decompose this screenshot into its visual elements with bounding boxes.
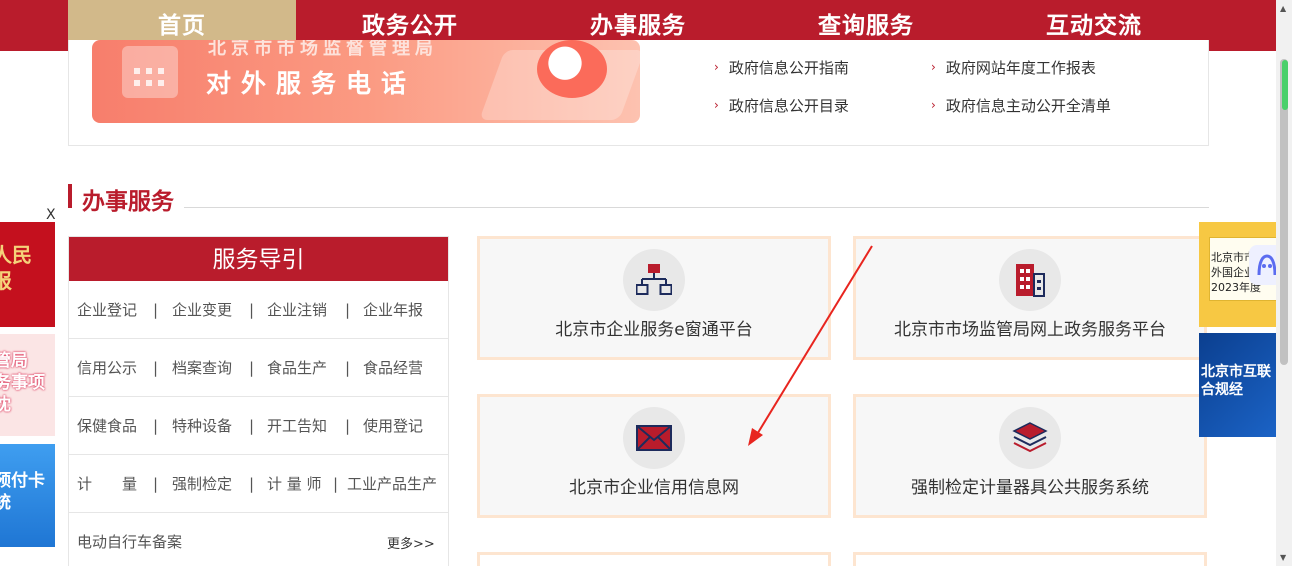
scroll-indicator: [1282, 60, 1288, 110]
info-link-label: 政府信息公开目录: [728, 97, 849, 115]
page: 首页 政务公开 办事服务 查询服务 互动交流 北京市市场监督管理局 对外服务电话…: [0, 0, 1292, 566]
ad-text: 北京市互联 合规经: [1201, 364, 1271, 398]
card-label: 强制检定计量器具公共服务系统: [911, 478, 1149, 498]
separator: |: [249, 417, 255, 435]
guide-item[interactable]: 计 量 师: [267, 455, 322, 513]
card-label: 北京市市场监管局网上政务服务平台: [894, 320, 1166, 340]
card-credit-info-network[interactable]: 北京市企业信用信息网: [477, 394, 831, 518]
card-metrology-system[interactable]: 强制检定计量器具公共服务系统: [853, 394, 1207, 518]
guide-row: 信用公示 | 档案查询 | 食品生产 | 食品经营: [69, 339, 448, 397]
guide-row: 计 量 | 强制检定 | 计 量 师 | 工业产品生产: [69, 455, 448, 513]
guide-row: 企业登记 | 企业变更 | 企业注销 | 企业年报: [69, 281, 448, 339]
guide-item[interactable]: 特种设备: [172, 397, 232, 455]
phone-bubble-icon: [537, 40, 607, 98]
guide-row: 电动自行车备案 更多>>: [69, 513, 448, 566]
banner-subtitle: 北京市市场监督管理局: [208, 40, 438, 59]
envelope-icon: [623, 407, 685, 469]
card-label: 北京市企业服务e窗通平台: [555, 320, 753, 340]
guide-item[interactable]: 强制检定: [172, 455, 232, 513]
guide-item[interactable]: 企业注销: [267, 281, 327, 339]
banner-title: 对外服务电话: [206, 69, 417, 98]
section-marker: [68, 184, 72, 208]
layers-icon: [999, 407, 1061, 469]
telephone-icon: [122, 46, 178, 98]
separator: |: [249, 475, 255, 493]
scroll-up-icon[interactable]: ▲: [1280, 4, 1286, 13]
guide-item[interactable]: 食品生产: [267, 339, 327, 397]
guide-item[interactable]: 计 量: [77, 455, 137, 513]
building-icon: [999, 249, 1061, 311]
close-ad-button[interactable]: X: [46, 207, 56, 223]
left-float-ad[interactable]: 管局 务事项 沈: [0, 334, 55, 436]
more-link[interactable]: 更多>>: [387, 533, 435, 552]
guide-item[interactable]: 食品经营: [363, 339, 423, 397]
info-link-label: 政府网站年度工作报表: [945, 59, 1096, 77]
guide-item[interactable]: 开工告知: [267, 397, 327, 455]
chevron-right-icon: ›: [714, 60, 719, 74]
guide-item[interactable]: 企业变更: [172, 281, 232, 339]
guide-item[interactable]: 保健食品: [77, 397, 137, 455]
chevron-right-icon: ›: [931, 98, 936, 112]
guide-item[interactable]: 企业登记: [77, 281, 137, 339]
section-divider: [184, 207, 1209, 208]
right-float-ad[interactable]: 北京市互联 合规经: [1199, 333, 1276, 437]
separator: |: [249, 359, 255, 377]
separator: |: [345, 417, 351, 435]
separator: |: [249, 301, 255, 319]
left-float-ad[interactable]: 预付卡 统: [0, 444, 55, 547]
separator: |: [153, 475, 159, 493]
separator: |: [333, 475, 339, 493]
info-link-annual-report[interactable]: › 政府网站年度工作报表: [931, 57, 1096, 78]
card-partial[interactable]: [477, 552, 831, 566]
card-e-window-platform[interactable]: 北京市企业服务e窗通平台: [477, 236, 831, 360]
guide-item[interactable]: 使用登记: [363, 397, 423, 455]
chevron-right-icon: ›: [714, 98, 719, 112]
separator: |: [153, 359, 159, 377]
info-link-label: 政府信息主动公开全清单: [945, 97, 1111, 115]
assistant-icon: [1257, 254, 1277, 276]
left-float-ad[interactable]: 人民 报: [0, 222, 55, 327]
guide-item[interactable]: 信用公示: [77, 339, 137, 397]
service-guide-title: 服务导引: [69, 237, 448, 281]
service-guide-panel: 服务导引 企业登记 | 企业变更 | 企业注销 | 企业年报 信用公示 | 档案…: [68, 236, 449, 566]
separator: |: [345, 301, 351, 319]
ad-text: 管局 务事项 沈: [0, 351, 45, 415]
info-link-full-list[interactable]: › 政府信息主动公开全清单: [931, 95, 1111, 116]
org-chart-icon: [623, 249, 685, 311]
ad-text: 预付卡 统: [0, 471, 45, 513]
guide-row: 保健食品 | 特种设备 | 开工告知 | 使用登记: [69, 397, 448, 455]
guide-item[interactable]: 档案查询: [172, 339, 232, 397]
scroll-down-icon[interactable]: ▼: [1280, 553, 1286, 562]
info-link-catalog[interactable]: › 政府信息公开目录: [714, 95, 849, 116]
section-title: 办事服务: [82, 189, 174, 215]
info-link-label: 政府信息公开指南: [728, 59, 849, 77]
ad-text: 人民 报: [0, 243, 32, 293]
card-label: 北京市企业信用信息网: [569, 478, 739, 498]
guide-item[interactable]: 电动自行车备案: [77, 513, 182, 566]
info-link-guide[interactable]: › 政府信息公开指南: [714, 57, 849, 78]
guide-item[interactable]: 企业年报: [363, 281, 423, 339]
separator: |: [153, 301, 159, 319]
separator: |: [153, 417, 159, 435]
chevron-right-icon: ›: [931, 60, 936, 74]
guide-item[interactable]: 工业产品生产: [347, 455, 437, 513]
service-phone-banner[interactable]: 北京市市场监督管理局 对外服务电话: [92, 40, 640, 123]
card-online-service-platform[interactable]: 北京市市场监管局网上政务服务平台: [853, 236, 1207, 360]
card-partial[interactable]: [853, 552, 1207, 566]
separator: |: [345, 359, 351, 377]
